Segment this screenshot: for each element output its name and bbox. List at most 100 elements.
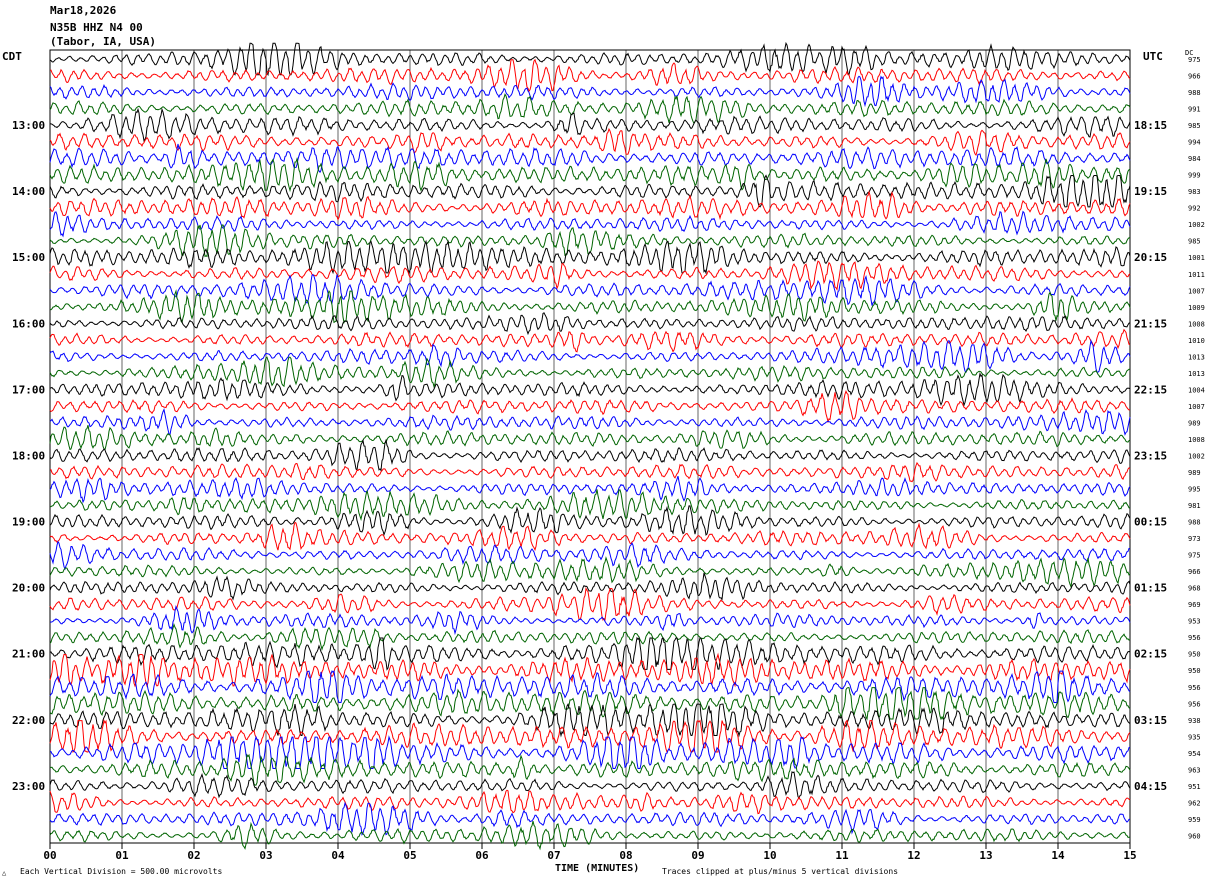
dc-offset-label: 975 bbox=[1188, 56, 1201, 64]
seismic-trace bbox=[49, 328, 1131, 353]
seismic-trace bbox=[50, 461, 1131, 483]
left-hour-label: 20:00 bbox=[12, 582, 45, 595]
dc-offset-label: 992 bbox=[1188, 205, 1201, 213]
seismic-trace bbox=[49, 636, 1131, 671]
left-hour-label: 18:00 bbox=[12, 449, 45, 462]
footer-scale-note: Each Vertical Division = 500.00 microvol… bbox=[20, 867, 223, 876]
x-tick-label: 00 bbox=[43, 849, 56, 862]
dc-offset-label: 1007 bbox=[1188, 403, 1205, 411]
dc-offset-label: 935 bbox=[1188, 733, 1201, 741]
x-tick-label: 03 bbox=[259, 849, 272, 862]
seismic-trace bbox=[49, 475, 1131, 504]
dc-offset-label: 991 bbox=[1188, 106, 1201, 114]
x-tick-label: 01 bbox=[115, 849, 129, 862]
dc-offset-label: 966 bbox=[1188, 73, 1201, 81]
dc-offset-label: 999 bbox=[1188, 172, 1201, 180]
seismic-trace bbox=[49, 820, 1131, 851]
helicorder-chart: 00 01 02 03 04 05 06 07 08 09 10 11 12 13 14 1597596698… bbox=[12, 41, 1205, 862]
seismic-trace bbox=[49, 652, 1131, 688]
dc-offset-label: 1007 bbox=[1188, 287, 1205, 295]
right-hour-label: 03:15 bbox=[1134, 714, 1167, 727]
right-hour-label: 04:15 bbox=[1134, 780, 1167, 793]
x-tick-label: 04 bbox=[331, 849, 345, 862]
dc-offset-label: 1009 bbox=[1188, 304, 1205, 312]
dc-offset-label: 1010 bbox=[1188, 337, 1205, 345]
dc-offset-label: 959 bbox=[1188, 816, 1201, 824]
seismic-trace bbox=[49, 312, 1131, 336]
seismic-trace bbox=[49, 572, 1131, 602]
seismic-trace bbox=[49, 58, 1131, 93]
dc-offset-label: 988 bbox=[1188, 519, 1201, 527]
left-hour-label: 13:00 bbox=[12, 119, 45, 132]
seismic-trace bbox=[49, 371, 1131, 407]
right-hour-label: 02:15 bbox=[1134, 648, 1167, 661]
dc-offset-label: 1013 bbox=[1188, 370, 1205, 378]
dc-offset-label: 1001 bbox=[1188, 254, 1205, 262]
dc-offset-label: 960 bbox=[1188, 832, 1201, 840]
right-hour-label: 19:15 bbox=[1134, 185, 1167, 198]
seismic-trace bbox=[49, 801, 1131, 836]
left-hour-label: 17:00 bbox=[12, 383, 45, 396]
dc-offset-label: 963 bbox=[1188, 766, 1201, 774]
x-tick-label: 02 bbox=[187, 849, 200, 862]
x-tick-label: 11 bbox=[835, 849, 849, 862]
dc-offset-label: 956 bbox=[1188, 700, 1201, 708]
dc-offset-label: 983 bbox=[1188, 188, 1201, 196]
dc-offset-label: 995 bbox=[1188, 486, 1201, 494]
seismic-trace bbox=[49, 521, 1131, 552]
right-hour-label: 23:15 bbox=[1134, 449, 1167, 462]
footer-clip-note: Traces clipped at plus/minus 5 vertical … bbox=[662, 867, 899, 876]
x-tick-label: 08 bbox=[619, 849, 632, 862]
seismic-trace bbox=[49, 718, 1131, 754]
dc-offset-label: 973 bbox=[1188, 535, 1201, 543]
x-tick-label: 15 bbox=[1123, 849, 1136, 862]
seismic-trace bbox=[49, 174, 1131, 208]
seismic-trace bbox=[49, 669, 1131, 703]
dc-offset-label: 956 bbox=[1188, 684, 1201, 692]
seismic-trace bbox=[49, 107, 1131, 143]
left-hour-label: 21:00 bbox=[12, 648, 45, 661]
dc-offset-label: 981 bbox=[1188, 502, 1201, 510]
dc-offset-label: 1013 bbox=[1188, 353, 1205, 361]
dc-offset-label: 988 bbox=[1188, 89, 1201, 97]
dc-offset-label: 968 bbox=[1188, 585, 1201, 593]
right-hour-label: 01:15 bbox=[1134, 582, 1167, 595]
dc-offset-label: 951 bbox=[1188, 783, 1201, 791]
seismic-trace bbox=[49, 93, 1131, 125]
seismic-trace bbox=[49, 356, 1130, 389]
dc-offset-label: 950 bbox=[1188, 651, 1201, 659]
left-hour-label: 14:00 bbox=[12, 185, 45, 198]
right-hour-label: 00:15 bbox=[1134, 516, 1167, 529]
left-hour-label: 19:00 bbox=[12, 516, 45, 529]
plot-frame bbox=[49, 49, 1131, 844]
right-hour-label: 20:15 bbox=[1134, 251, 1167, 264]
dc-offset-label: 1004 bbox=[1188, 386, 1205, 394]
scale-marker-icon: △ bbox=[2, 869, 7, 877]
dc-offset-label: 956 bbox=[1188, 634, 1201, 642]
dc-offset-label: 962 bbox=[1188, 799, 1201, 807]
x-tick-label: 13 bbox=[979, 849, 992, 862]
seismic-trace bbox=[49, 489, 1131, 522]
dc-offset-label: 985 bbox=[1188, 238, 1201, 246]
dc-offset-label: 1011 bbox=[1188, 271, 1205, 279]
dc-offset-label: 1008 bbox=[1188, 436, 1205, 444]
seismic-trace bbox=[49, 771, 1131, 800]
right-hour-label: 22:15 bbox=[1134, 383, 1167, 396]
seismic-trace bbox=[49, 289, 1131, 324]
seismic-trace bbox=[49, 41, 1131, 77]
seismic-trace bbox=[49, 505, 1131, 537]
seismic-trace bbox=[49, 156, 1131, 193]
dc-offset-label: 984 bbox=[1188, 155, 1201, 163]
left-hour-label: 22:00 bbox=[12, 714, 45, 727]
seismic-trace bbox=[49, 143, 1131, 174]
seismic-trace bbox=[49, 239, 1131, 275]
right-hour-label: 21:15 bbox=[1134, 317, 1167, 330]
dc-offset-label: 1008 bbox=[1188, 320, 1205, 328]
seismic-trace bbox=[50, 735, 1131, 769]
x-tick-label: 07 bbox=[547, 849, 560, 862]
dc-offset-label: 954 bbox=[1188, 750, 1201, 758]
seismic-trace bbox=[49, 789, 1131, 815]
seismic-trace bbox=[49, 605, 1131, 636]
seismic-trace bbox=[49, 190, 1131, 221]
seismic-trace bbox=[49, 556, 1131, 589]
